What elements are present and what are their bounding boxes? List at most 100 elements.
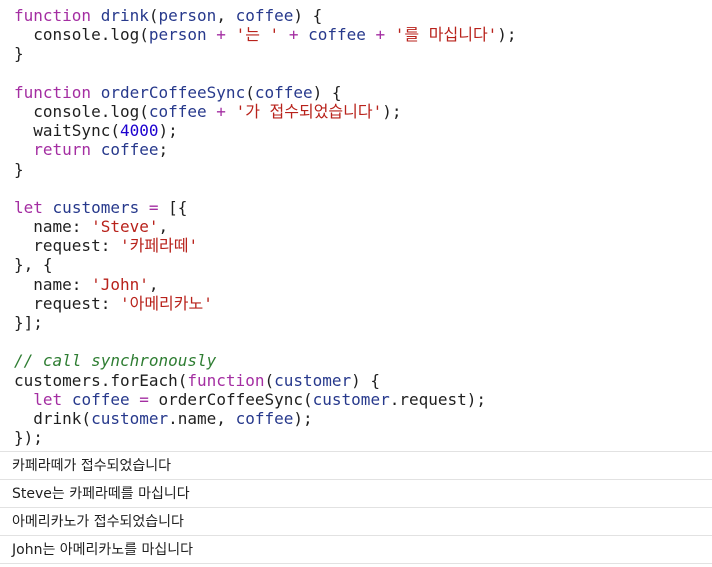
console-log-line: John는 아메리카노를 마십니다 [0, 536, 712, 564]
code-token-punct: ; [158, 140, 169, 160]
code-token-punct: .name, [168, 408, 236, 428]
console-log-line: Steve는 카페라떼를 마십니다 [0, 480, 712, 508]
code-line: name: 'Steve', [14, 217, 712, 236]
code-token-ident: person [148, 25, 207, 45]
code-token-punct: ); [382, 101, 402, 121]
code-line: } [14, 160, 712, 179]
code-token-string: '가 접수되었습니다' [235, 101, 383, 121]
code-token-keyword: + [206, 101, 236, 121]
code-token-punct: name: [14, 274, 92, 294]
code-token-number: 4000 [119, 121, 159, 141]
code-token-ident: customer [312, 389, 390, 409]
code-token-punct: ); [497, 25, 517, 45]
code-token-punct: ( [148, 6, 159, 25]
code-token-punct [14, 390, 33, 409]
code-token-ident: customers [52, 197, 140, 217]
code-token-ident: orderCoffeeSync [100, 82, 246, 102]
code-token-punct: , [158, 217, 169, 237]
code-token-punct: drink( [14, 408, 92, 428]
code-token-string: '아메리카노' [119, 293, 213, 313]
code-token-keyword: function [14, 82, 92, 102]
code-token-punct: } [14, 44, 24, 64]
code-token-string: '를 마십니다' [394, 25, 498, 45]
console-log-line: 카페라떼가 접수되었습니다 [0, 452, 712, 480]
code-line: }]; [14, 313, 712, 332]
code-token-punct: }]; [14, 313, 43, 332]
code-line: request: '아메리카노' [14, 294, 712, 313]
code-line: waitSync(4000); [14, 121, 712, 140]
code-token-punct: orderCoffeeSync( [158, 389, 313, 409]
code-token-punct: .request); [389, 389, 487, 409]
code-editor[interactable]: function drink(person, coffee) { console… [0, 0, 712, 450]
code-token-string: '카페라떼' [119, 236, 199, 256]
code-token-punct: name: [14, 217, 92, 237]
code-token-punct: ) { [351, 370, 381, 390]
code-token-ident: coffee [235, 408, 294, 428]
code-token-ident: coffee [308, 25, 366, 45]
code-line: return coffee; [14, 140, 712, 159]
code-token-punct: request: [14, 236, 120, 256]
code-token-keyword: function [14, 6, 92, 25]
code-token-ident: coffee [254, 82, 313, 102]
code-token-comment: // call synchronously [14, 351, 217, 371]
code-token-punct [62, 390, 72, 409]
code-token-ident: coffee [148, 101, 207, 121]
code-line: let customers = [{ [14, 198, 712, 217]
code-token-punct: ( [264, 370, 275, 390]
code-token-punct: }, { [14, 255, 53, 275]
code-token-keyword: + [206, 25, 236, 45]
code-token-ident: coffee [71, 389, 130, 409]
code-token-ident: person [158, 6, 217, 25]
code-token-string: 'Steve' [91, 217, 159, 237]
code-token-keyword: function [187, 370, 265, 390]
code-token-string: '는 ' [235, 25, 280, 45]
code-line: name: 'John', [14, 275, 712, 294]
code-line: }, { [14, 255, 712, 274]
code-line: function orderCoffeeSync(coffee) { [14, 83, 712, 102]
code-line: drink(customer.name, coffee); [14, 409, 712, 428]
code-token-punct: , [148, 274, 159, 294]
code-token-string: 'John' [91, 274, 149, 294]
code-line: }); [14, 428, 712, 447]
code-token-keyword: let [14, 197, 43, 217]
code-token-punct: ( [245, 82, 255, 102]
code-line: } [14, 44, 712, 63]
code-token-ident: drink [100, 6, 149, 25]
code-token-punct [91, 140, 101, 159]
code-line: customers.forEach(function(customer) { [14, 371, 712, 390]
code-line: // call synchronously [14, 351, 712, 370]
console-output: 카페라떼가 접수되었습니다 Steve는 카페라떼를 마십니다 아메리카노가 접수되… [0, 451, 712, 567]
code-token-keyword: + [365, 25, 395, 45]
code-token-punct [91, 6, 101, 25]
code-token-punct: , [216, 6, 236, 25]
code-token-keyword: + [279, 25, 309, 45]
code-token-ident: customer [91, 408, 169, 428]
code-token-punct: ); [158, 121, 178, 141]
code-token-keyword: = [129, 389, 159, 409]
code-token-ident: coffee [100, 140, 159, 160]
code-token-punct: console.log( [14, 25, 149, 45]
code-line: console.log(person + '는 ' + coffee + '를 … [14, 25, 712, 44]
code-token-punct: request: [14, 293, 120, 313]
code-token-punct: ) { [312, 82, 342, 102]
code-token-keyword: return [33, 140, 92, 160]
code-token-punct: [{ [168, 197, 188, 217]
code-token-punct: } [14, 159, 24, 179]
code-token-punct: console.log( [14, 101, 149, 121]
code-token-keyword: let [33, 389, 63, 409]
code-line: function drink(person, coffee) { [14, 6, 712, 25]
code-token-punct [14, 140, 33, 159]
code-token-punct [43, 198, 53, 217]
code-line: request: '카페라떼' [14, 236, 712, 255]
code-token-keyword: = [139, 197, 169, 217]
code-token-punct [91, 83, 101, 102]
code-token-punct: ) { [293, 6, 323, 25]
code-token-punct: }); [14, 428, 43, 448]
code-token-ident: coffee [235, 6, 294, 25]
code-token-punct: waitSync( [14, 121, 120, 141]
code-line: let coffee = orderCoffeeSync(customer.re… [14, 390, 712, 409]
code-token-punct: ); [293, 408, 313, 428]
